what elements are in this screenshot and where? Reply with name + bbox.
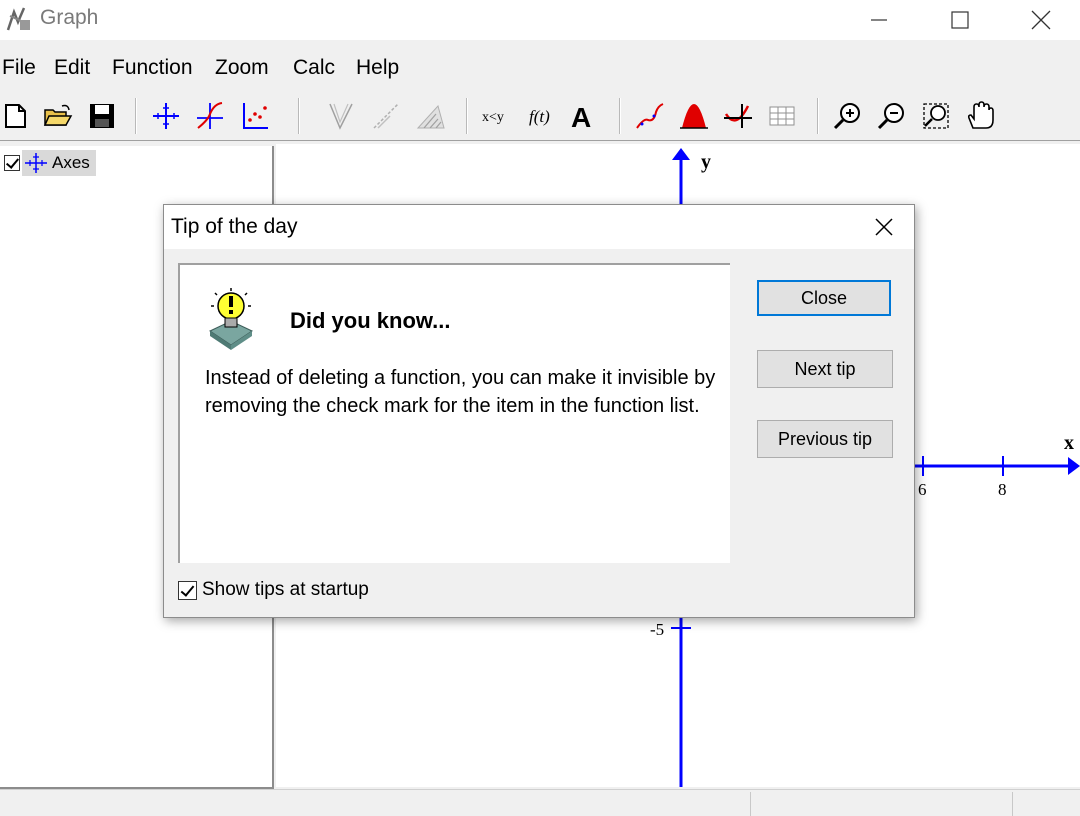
title-bar: Graph: [0, 0, 1080, 40]
function-list-item-axes[interactable]: Axes: [4, 150, 96, 176]
lightbulb-icon: [206, 287, 256, 351]
axes-icon: [25, 153, 47, 173]
close-icon: [1031, 10, 1051, 30]
insert-function-icon[interactable]: [194, 100, 226, 132]
open-folder-icon[interactable]: [42, 100, 74, 132]
tip-text: Instead of deleting a function, you can …: [205, 367, 716, 417]
tip-panel: Did you know... Instead of deleting a fu…: [178, 263, 730, 563]
y-tick-label-neg5: -5: [650, 620, 664, 639]
shade-icon[interactable]: [370, 100, 402, 132]
zoom-out-icon[interactable]: [876, 100, 908, 132]
svg-text:x<y: x<y: [482, 110, 504, 125]
function-fx-icon[interactable]: f(t): [527, 100, 559, 132]
menu-file[interactable]: File: [2, 56, 36, 80]
relation-icon[interactable]: [414, 100, 446, 132]
show-tips-checkbox[interactable]: [178, 580, 197, 600]
axes-icon[interactable]: [150, 100, 182, 132]
graph-app-icon: [4, 4, 34, 34]
x-tick-label-8: 8: [998, 480, 1007, 499]
svg-text:f(t): f(t): [529, 107, 550, 126]
x-y-table-icon[interactable]: x<y: [481, 100, 513, 132]
zoom-in-icon[interactable]: [832, 100, 864, 132]
previous-tip-button[interactable]: Previous tip: [757, 420, 893, 458]
axes-item-label-box[interactable]: Axes: [22, 150, 96, 176]
dialog-title-bar: Tip of the day: [164, 205, 914, 249]
x-axis-label: x: [1064, 432, 1074, 454]
next-tip-button[interactable]: Next tip: [757, 350, 893, 388]
save-icon[interactable]: [86, 100, 118, 132]
x-axis-arrow: [1068, 457, 1080, 475]
tip-heading: Did you know...: [290, 308, 451, 333]
tip-of-the-day-dialog: Tip of the day Did you know... Instead o…: [163, 204, 915, 618]
maximize-button[interactable]: [919, 0, 1001, 40]
maximize-icon: [951, 11, 969, 29]
y-axis-arrow: [672, 148, 690, 160]
menu-zoom[interactable]: Zoom: [215, 56, 269, 80]
text-label-icon[interactable]: A: [569, 100, 601, 132]
area-icon[interactable]: [678, 100, 710, 132]
show-tips-label[interactable]: Show tips at startup: [202, 579, 369, 601]
minimize-button[interactable]: [838, 0, 920, 40]
trendline-icon[interactable]: [634, 100, 666, 132]
zoom-window-icon[interactable]: [920, 100, 952, 132]
window-close-button[interactable]: [1000, 0, 1080, 40]
x-tick-label-6: 6: [918, 480, 927, 499]
menu-edit[interactable]: Edit: [54, 56, 90, 80]
menu-bar: File Edit Function Zoom Calc Help: [0, 46, 1080, 90]
minimize-icon: [871, 19, 887, 21]
dialog-title: Tip of the day: [171, 215, 298, 238]
dialog-close-button[interactable]: [864, 211, 904, 243]
window-title: Graph: [40, 6, 99, 29]
close-button[interactable]: Close: [757, 280, 891, 316]
insert-point-series-icon[interactable]: [238, 100, 270, 132]
show-tips-checkbox-row[interactable]: Show tips at startup: [178, 579, 369, 601]
axes-item-label: Axes: [52, 153, 90, 172]
svg-text:A: A: [571, 102, 591, 132]
axes-visibility-checkbox[interactable]: [4, 155, 20, 171]
menu-function[interactable]: Function: [112, 56, 193, 80]
toolbar: x<y f(t) A: [0, 94, 1080, 141]
evaluate-icon[interactable]: [722, 100, 754, 132]
new-file-icon[interactable]: [0, 100, 32, 132]
menu-calc[interactable]: Calc: [293, 56, 335, 80]
menu-help[interactable]: Help: [356, 56, 399, 80]
hand-move-icon[interactable]: [964, 100, 996, 132]
tangent-icon[interactable]: [324, 100, 356, 132]
close-icon: [875, 218, 893, 236]
table-icon[interactable]: [766, 100, 798, 132]
status-bar: [0, 789, 1080, 816]
y-axis-label: y: [701, 151, 711, 173]
